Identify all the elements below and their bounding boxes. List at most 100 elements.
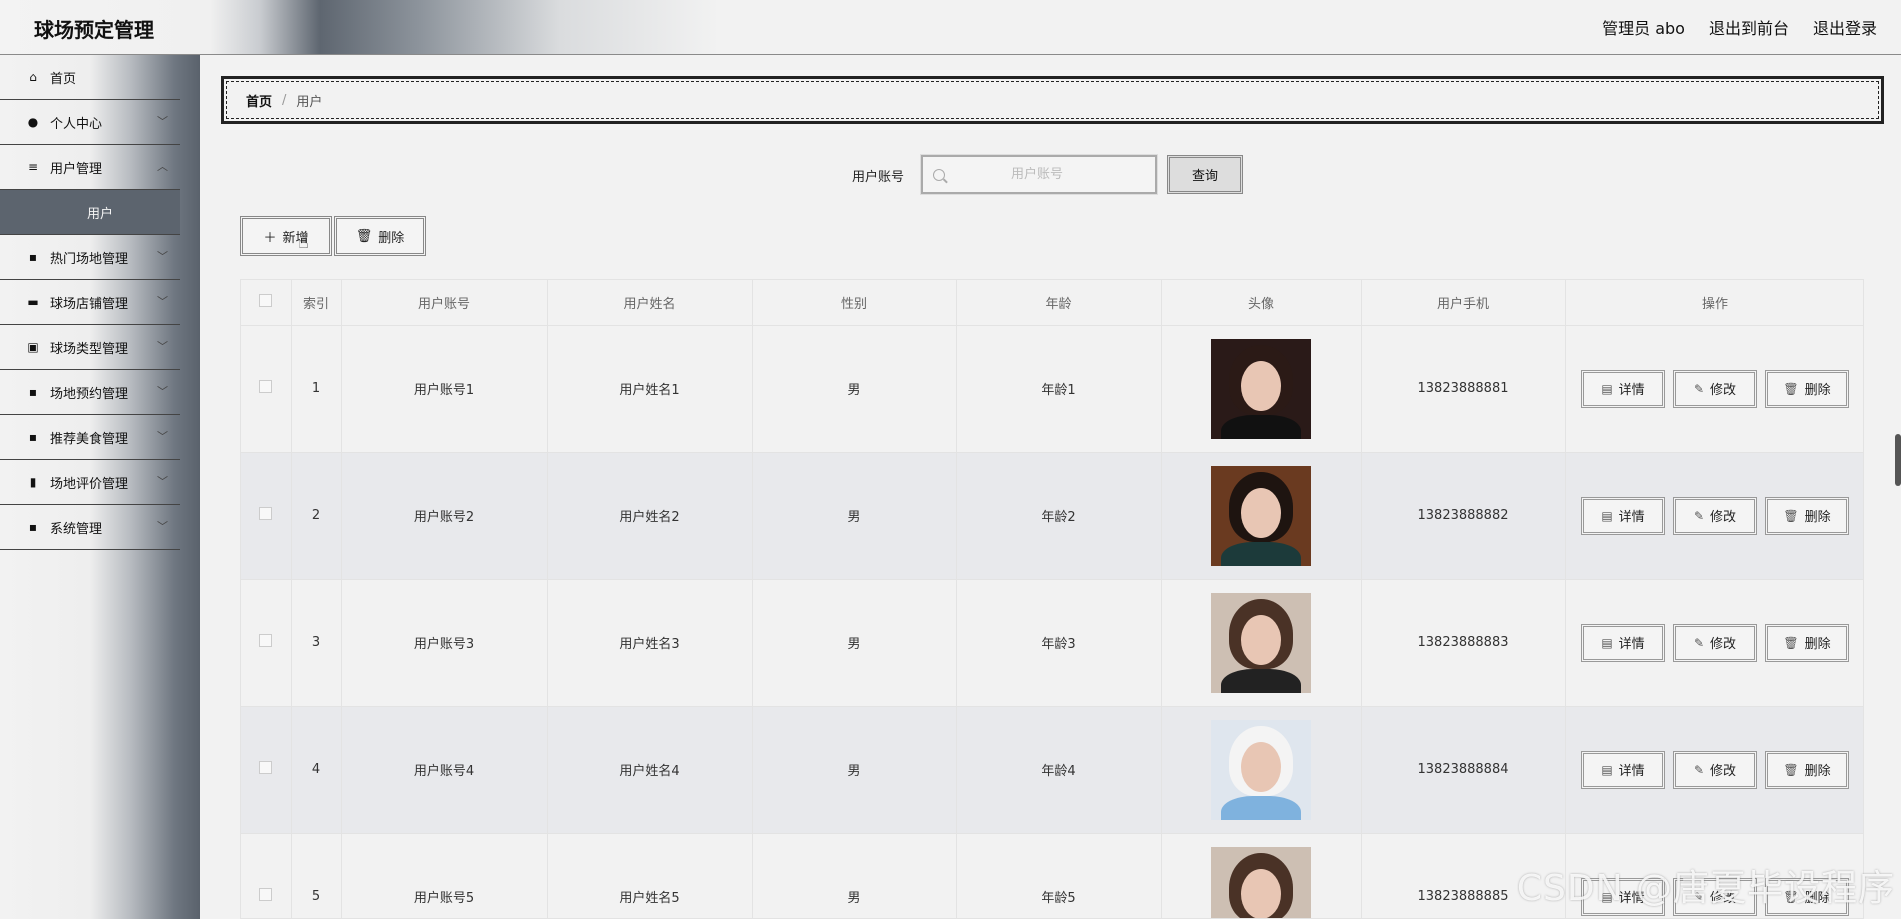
header-index: 索引 (291, 280, 342, 326)
trash-icon: 🗑 (355, 228, 373, 244)
logout-link[interactable]: 退出登录 (1813, 15, 1877, 39)
checkbox[interactable] (259, 888, 273, 901)
delete-label: 删除 (1804, 383, 1831, 398)
detail-button[interactable]: ▤ 详情 (1581, 369, 1665, 408)
breadcrumb: 首页 / 用户 (221, 76, 1884, 124)
header-select-all[interactable] (241, 280, 292, 326)
cell-age: 年龄4 (956, 706, 1162, 834)
trash-icon: 🗑 (1783, 635, 1799, 650)
grid-icon: ▪ (28, 430, 38, 444)
sidebar-item-label: 系统管理 (50, 521, 103, 537)
cell-phone: 13823888881 (1361, 325, 1566, 453)
sidebar-item-court-type[interactable]: ▣ 球场类型管理 ﹀ (0, 325, 180, 370)
sidebar-item-label: 球场类型管理 (50, 341, 129, 357)
edit-button[interactable]: ✎ 修改 (1673, 369, 1757, 408)
batch-delete-button[interactable]: 🗑 删除 (334, 216, 426, 256)
avatar-body (1221, 795, 1301, 820)
sidebar-item-court-shop[interactable]: ▬ 球场店铺管理 ﹀ (0, 280, 180, 325)
checkbox[interactable] (259, 380, 273, 393)
scrollbar-thumb[interactable] (1895, 434, 1901, 486)
cell-avatar (1161, 579, 1362, 707)
checkbox[interactable] (259, 634, 273, 647)
delete-button-label: 删除 (378, 230, 405, 246)
cell-name: 用户姓名4 (547, 706, 753, 834)
header-right: 管理员 abo 退出到前台 退出登录 (1602, 15, 1877, 39)
sidebar-item-food[interactable]: ▪ 推荐美食管理 ﹀ (0, 415, 180, 460)
header-name: 用户姓名 (547, 280, 753, 326)
table-row: 2 用户账号2 用户姓名2 男年龄2 13823888882 ▤ 详情 ✎ 修改 🗑 删除 (241, 452, 1863, 580)
delete-label: 删除 (1804, 510, 1831, 525)
delete-button[interactable]: 🗑 删除 (1765, 369, 1849, 408)
sidebar-item-hot-venue[interactable]: ▪ 热门场地管理 ﹀ (0, 235, 180, 280)
row-actions: ▤ 详情 ✎ 修改 🗑 删除 (1566, 750, 1864, 789)
query-button[interactable]: 查询 (1167, 155, 1243, 194)
row-select[interactable] (241, 579, 292, 707)
sidebar-subitem-user[interactable]: 用户 (0, 190, 180, 235)
cell-gender: 男 (752, 579, 957, 707)
breadcrumb-home[interactable]: 首页 (246, 91, 272, 110)
add-button[interactable]: ＋ 新增 (240, 216, 332, 256)
sidebar-item-home[interactable]: ⌂ 首页 (0, 55, 180, 100)
delete-button[interactable]: 🗑 删除 (1765, 623, 1849, 662)
sidebar-item-personal-center[interactable]: ● 个人中心 ﹀ (0, 100, 180, 145)
detail-label: 详情 (1618, 764, 1645, 779)
chevron-down-icon: ﹀ (157, 475, 168, 488)
sidebar-item-venue-booking[interactable]: ▪ 场地预约管理 ﹀ (0, 370, 180, 415)
avatar-face (1241, 614, 1281, 665)
delete-button[interactable]: 🗑 删除 (1765, 496, 1849, 535)
sidebar-item-label: 用户 (86, 206, 113, 222)
cell-age: 年龄3 (956, 579, 1162, 707)
admin-name: 管理员 abo (1602, 19, 1685, 38)
edit-label: 修改 (1710, 764, 1737, 779)
sidebar-item-label: 用户管理 (50, 161, 103, 177)
document-icon: ▤ (1601, 635, 1613, 650)
breadcrumb-separator: / (282, 92, 287, 108)
header-account: 用户账号 (341, 280, 548, 326)
checkbox[interactable] (259, 761, 273, 774)
detail-button[interactable]: ▤ 详情 (1581, 750, 1665, 789)
checkbox[interactable] (259, 507, 273, 520)
cell-phone: 13823888882 (1361, 452, 1566, 580)
cell-actions: ▤ 详情 ✎ 修改 🗑 删除 (1565, 579, 1863, 707)
exit-to-front-link[interactable]: 退出到前台 (1709, 15, 1789, 39)
detail-button[interactable]: ▤ 详情 (1581, 496, 1665, 535)
sidebar-item-venue-review[interactable]: ▮ 场地评价管理 ﹀ (0, 460, 180, 505)
header-age: 年龄 (956, 280, 1162, 326)
cell-phone: 13823888883 (1361, 579, 1566, 707)
cell-gender: 男 (752, 833, 957, 918)
sidebar-item-system[interactable]: ▪ 系统管理 ﹀ (0, 505, 180, 550)
cell-gender: 男 (752, 706, 957, 834)
avatar-face (1241, 868, 1281, 918)
edit-button[interactable]: ✎ 修改 (1673, 750, 1757, 789)
shop-icon: ▬ (27, 295, 39, 309)
cell-actions: ▤ 详情 ✎ 修改 🗑 删除 (1565, 325, 1863, 453)
cell-gender: 男 (752, 325, 957, 453)
detail-label: 详情 (1618, 510, 1645, 525)
cell-index: 4 (291, 706, 342, 834)
row-select[interactable] (241, 706, 292, 834)
edit-button[interactable]: ✎ 修改 (1673, 496, 1757, 535)
sidebar-item-label: 场地评价管理 (50, 476, 129, 492)
chevron-down-icon: ﹀ (157, 430, 168, 443)
row-select[interactable] (241, 325, 292, 453)
cell-avatar (1161, 452, 1362, 580)
detail-label: 详情 (1618, 383, 1645, 398)
breadcrumb-current: 用户 (296, 94, 323, 110)
avatar-body (1221, 541, 1301, 566)
chevron-down-icon: ﹀ (157, 520, 168, 533)
cell-index: 5 (291, 833, 342, 918)
sidebar-item-label: 推荐美食管理 (50, 431, 129, 447)
search-input[interactable] (945, 167, 1155, 182)
row-select[interactable] (241, 833, 292, 918)
edit-button[interactable]: ✎ 修改 (1673, 623, 1757, 662)
delete-button[interactable]: 🗑 删除 (1765, 750, 1849, 789)
sidebar-item-user-management[interactable]: ≡ 用户管理 ︿ (0, 145, 180, 190)
detail-button[interactable]: ▤ 详情 (1581, 623, 1665, 662)
avatar-face (1241, 487, 1281, 538)
chevron-up-icon: ︿ (157, 160, 168, 173)
cell-age: 年龄5 (956, 833, 1162, 918)
checkbox[interactable] (259, 293, 273, 307)
row-select[interactable] (241, 452, 292, 580)
pencil-icon: ✎ (1693, 508, 1705, 523)
top-header: 球场预定管理 管理员 abo 退出到前台 退出登录 (0, 0, 1901, 55)
